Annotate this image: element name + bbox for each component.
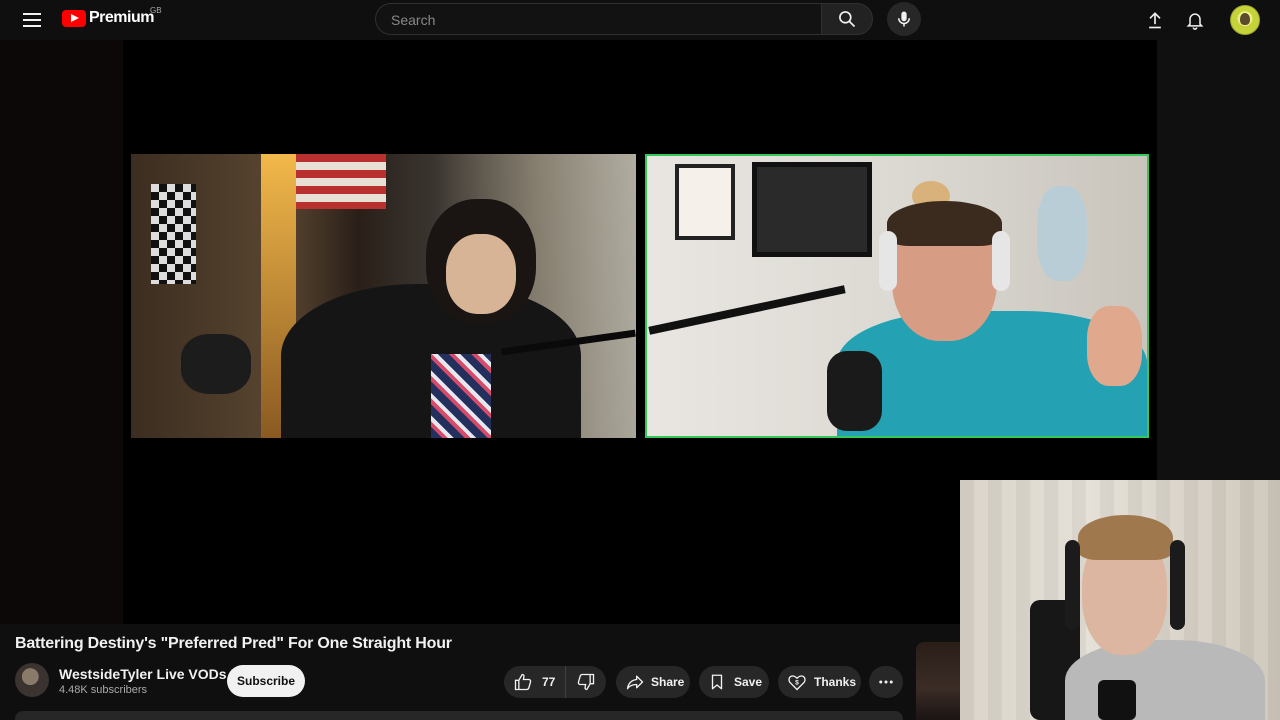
account-avatar[interactable] bbox=[1230, 5, 1260, 35]
description-box-top[interactable] bbox=[15, 711, 903, 720]
webcam-right bbox=[645, 154, 1149, 438]
share-label: Share bbox=[651, 675, 685, 689]
youtube-premium-logo[interactable]: Premium bbox=[62, 9, 154, 27]
search-box bbox=[375, 3, 821, 35]
person-right-hair bbox=[887, 201, 1002, 246]
notifications-button[interactable] bbox=[1183, 8, 1207, 32]
microphone bbox=[827, 351, 882, 431]
pip-person-hair bbox=[1078, 515, 1173, 560]
save-button[interactable]: Save bbox=[699, 666, 769, 698]
flag-decoration bbox=[296, 154, 386, 209]
webcam-left bbox=[131, 154, 636, 438]
recommended-video-thumbnail[interactable] bbox=[916, 642, 960, 720]
raised-hand bbox=[1087, 306, 1142, 386]
bag-object bbox=[181, 334, 251, 394]
save-label: Save bbox=[734, 675, 763, 689]
guitar-electric bbox=[1037, 186, 1087, 281]
framed-picture-2 bbox=[752, 162, 872, 257]
share-arrow-icon bbox=[625, 672, 645, 692]
mic-boom bbox=[648, 285, 846, 335]
headphone-right bbox=[992, 231, 1010, 291]
player-side-left bbox=[0, 40, 123, 624]
like-button[interactable]: 77 bbox=[504, 666, 566, 698]
thumbs-up-icon bbox=[513, 672, 533, 692]
youtube-play-icon bbox=[62, 9, 86, 27]
pip-microphone bbox=[1098, 680, 1136, 720]
subscriber-count: 4.48K subscribers bbox=[59, 684, 148, 696]
video-title: Battering Destiny's "Preferred Pred" For… bbox=[15, 635, 452, 652]
thanks-heart-dollar-icon: $ bbox=[787, 672, 807, 692]
dislike-button[interactable] bbox=[566, 666, 606, 698]
like-dislike-group: 77 bbox=[504, 666, 606, 698]
share-button[interactable]: Share bbox=[616, 666, 690, 698]
masthead: Premium GB bbox=[0, 0, 1280, 40]
bell-icon bbox=[1186, 13, 1204, 30]
channel-name[interactable]: WestsideTyler Live VODs bbox=[59, 666, 227, 682]
upload-icon bbox=[1149, 12, 1161, 29]
pip-person-shirt bbox=[1065, 640, 1265, 720]
like-count: 77 bbox=[542, 675, 556, 689]
pip-headphone-left bbox=[1065, 540, 1080, 630]
more-horizontal-icon bbox=[877, 673, 895, 691]
mic-icon bbox=[898, 11, 910, 27]
checkered-chair bbox=[151, 184, 196, 284]
thanks-button[interactable]: $ Thanks bbox=[778, 666, 861, 698]
headphone-left bbox=[879, 231, 897, 291]
thumbs-down-icon bbox=[576, 672, 596, 692]
pip-headphone-right bbox=[1170, 540, 1185, 630]
upload-button[interactable] bbox=[1143, 8, 1167, 32]
channel-avatar[interactable] bbox=[15, 663, 49, 697]
voice-search-button[interactable] bbox=[887, 2, 921, 36]
person-left-face bbox=[446, 234, 516, 314]
search-input[interactable] bbox=[389, 11, 813, 29]
more-actions-button[interactable] bbox=[869, 666, 903, 698]
bookmark-icon bbox=[708, 673, 726, 691]
region-code: GB bbox=[150, 6, 162, 15]
search-button[interactable] bbox=[821, 3, 873, 35]
patterned-shirt bbox=[431, 354, 491, 438]
picture-in-picture-webcam bbox=[960, 480, 1280, 720]
framed-picture-1 bbox=[675, 164, 735, 240]
menu-icon[interactable] bbox=[21, 9, 43, 31]
subscribe-button[interactable]: Subscribe bbox=[227, 665, 305, 697]
thanks-label: Thanks bbox=[814, 675, 857, 689]
search-icon bbox=[839, 11, 856, 28]
logo-text: Premium bbox=[89, 9, 154, 26]
svg-text:$: $ bbox=[795, 680, 799, 687]
